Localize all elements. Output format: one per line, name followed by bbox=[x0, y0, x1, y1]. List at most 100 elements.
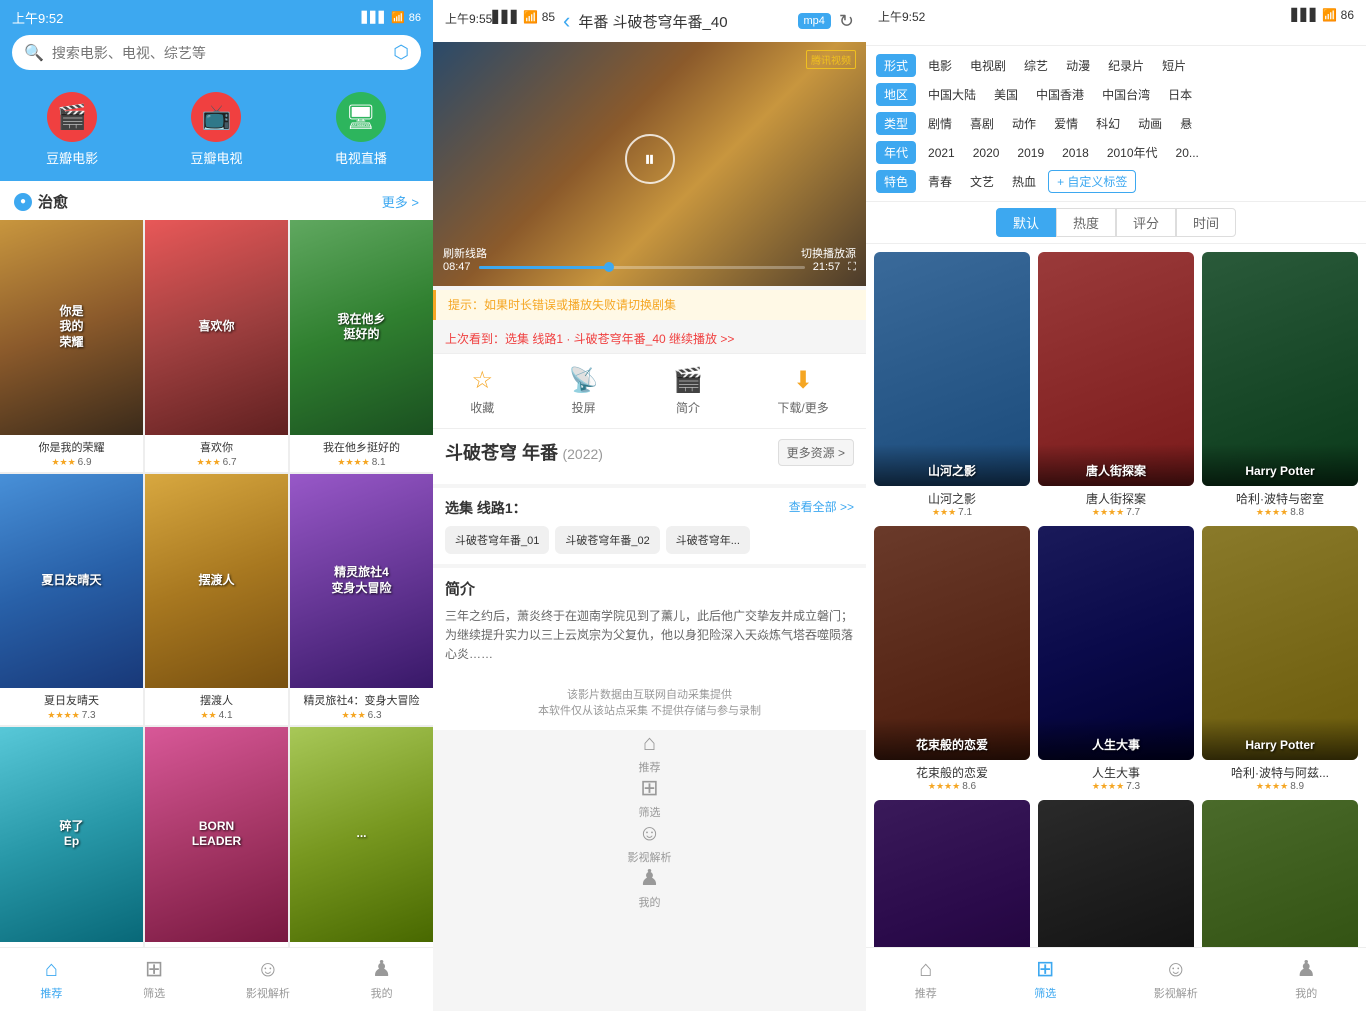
movie-poster: Harry Potter bbox=[1202, 252, 1358, 486]
progress-bar[interactable] bbox=[479, 266, 805, 269]
fullscreen-button[interactable]: ⛶ bbox=[848, 261, 856, 274]
view-all-button[interactable]: 查看全部 >> bbox=[789, 498, 854, 518]
total-time: 21:57 bbox=[813, 261, 841, 273]
filter-tag[interactable]: 综艺 bbox=[1018, 55, 1054, 76]
sort-rating[interactable]: 评分 bbox=[1116, 208, 1176, 237]
custom-tag-button[interactable]: + 自定义标签 bbox=[1048, 170, 1136, 193]
filter-tag[interactable]: 2019 bbox=[1011, 144, 1050, 162]
episode-tag[interactable]: 斗破苍穹年番_02 bbox=[555, 526, 659, 554]
battery-icon: 86 bbox=[409, 12, 421, 24]
list-item[interactable]: ... 未知 ★★★ 6.8 bbox=[290, 727, 433, 947]
list-item[interactable]: THE LION KING 狮子王 ★★★★ 8.2 bbox=[874, 800, 1030, 947]
nav-analysis[interactable]: ☺ 影视解析 bbox=[246, 956, 290, 1001]
analysis-icon: ☺ bbox=[638, 820, 660, 846]
list-item[interactable]: Harry Potter 哈利·波特与密室 ★★★★ 8.8 bbox=[1202, 252, 1358, 518]
cast-button[interactable]: 📡 投屏 bbox=[569, 366, 599, 416]
search-input[interactable] bbox=[52, 45, 385, 61]
filter-tag[interactable]: 青春 bbox=[922, 171, 958, 192]
drama-info: 斗破苍穹 年番 (2022) 更多资源 > bbox=[433, 429, 866, 484]
share-icon[interactable]: ⬡ bbox=[393, 42, 409, 63]
filter-tag[interactable]: 2010年代 bbox=[1101, 142, 1164, 163]
right-nav-filter[interactable]: ⊞ 筛选 bbox=[1034, 956, 1056, 1001]
filter-tag[interactable]: 日本 bbox=[1162, 84, 1198, 105]
filter-tag[interactable]: 中国香港 bbox=[1030, 84, 1090, 105]
nav-douban-tv[interactable]: 📺 豆瓣电视 bbox=[190, 92, 242, 167]
filter-tag[interactable]: 电视剧 bbox=[964, 55, 1012, 76]
filter-tag[interactable]: 剧情 bbox=[922, 113, 958, 134]
filter-tag[interactable]: 20... bbox=[1170, 144, 1205, 162]
list-item[interactable]: 人生大事 人生大事 ★★★★ 7.3 bbox=[1038, 526, 1194, 792]
list-item[interactable]: BORNLEADER Boss宝贝 ★★★★ 7.2 bbox=[145, 727, 288, 947]
list-item[interactable]: 精灵旅社4变身大冒险 精灵旅社4：变身大冒险 ★★★ 6.3 bbox=[290, 474, 433, 726]
filter-tag[interactable]: 2021 bbox=[922, 144, 961, 162]
list-item[interactable]: 我在他乡挺好的 我在他乡挺好的 ★★★★ 8.1 bbox=[290, 220, 433, 472]
filter-tag[interactable]: 爱情 bbox=[1048, 113, 1084, 134]
filter-tag[interactable]: 喜剧 bbox=[964, 113, 1000, 134]
video-controls: 08:47 21:57 ⛶ bbox=[443, 261, 856, 274]
filter-tag[interactable]: 中国台湾 bbox=[1096, 84, 1156, 105]
filter-category-form: 形式 bbox=[876, 54, 916, 77]
nav-mine[interactable]: ♟ 我的 bbox=[371, 956, 393, 1001]
right-nav-analysis[interactable]: ☺ 影视解析 bbox=[1154, 956, 1198, 1001]
filter-tag[interactable]: 美国 bbox=[988, 84, 1024, 105]
filter-tag[interactable]: 动作 bbox=[1006, 113, 1042, 134]
refresh-button[interactable]: ↻ bbox=[839, 11, 854, 32]
right-nav-home[interactable]: ⌂ 推荐 bbox=[915, 956, 937, 1001]
mid-nav-analysis[interactable]: ☺ 影视解析 bbox=[433, 820, 866, 865]
list-item[interactable]: 你是我的荣耀 你是我的荣耀 ★★★ 6.9 bbox=[0, 220, 143, 472]
video-player[interactable]: 腾讯视频 ⏸ 刷新线路 切换播放源 08:47 21:57 ⛶ bbox=[433, 42, 866, 286]
tip-text: 提示：如果时长错误或播放失败请切换剧集 bbox=[448, 298, 676, 312]
nav-live-tv[interactable]: 🖥 电视直播 bbox=[335, 92, 387, 167]
movie-rating: ★★★ 6.3 bbox=[296, 710, 427, 721]
sort-hot[interactable]: 热度 bbox=[1056, 208, 1116, 237]
nav-home[interactable]: ⌂ 推荐 bbox=[40, 956, 62, 1001]
mid-nav-mine[interactable]: ♟ 我的 bbox=[433, 865, 866, 910]
video-center[interactable]: ⏸ bbox=[433, 134, 866, 184]
filter-tag[interactable]: 中国大陆 bbox=[922, 84, 982, 105]
list-item[interactable]: 摆渡人 摆渡人 ★★ 4.1 bbox=[145, 474, 288, 726]
list-item[interactable]: 喜欢你 喜欢你 ★★★ 6.7 bbox=[145, 220, 288, 472]
mine-icon: ♟ bbox=[372, 956, 392, 982]
nav-douban-movie[interactable]: 🎬 豆瓣电影 bbox=[46, 92, 98, 167]
episode-tag[interactable]: 斗破苍穹年... bbox=[666, 526, 750, 554]
last-watch[interactable]: 上次看到：选集 线路1 · 斗破苍穹年番_40 继续播放 >> bbox=[433, 324, 866, 353]
filter-tag[interactable]: 纪录片 bbox=[1102, 55, 1150, 76]
sort-time[interactable]: 时间 bbox=[1176, 208, 1236, 237]
list-item[interactable]: 唐人街探案 唐人街探案 ★★★★ 7.7 bbox=[1038, 252, 1194, 518]
right-nav-mine[interactable]: ♟ 我的 bbox=[1295, 956, 1317, 1001]
back-button[interactable]: ‹ bbox=[563, 8, 570, 34]
intro-button[interactable]: 🎬 简介 bbox=[673, 366, 703, 416]
filter-tag[interactable]: 悬 bbox=[1174, 113, 1198, 134]
movie-info: 夏日友晴天 ★★★★ 7.3 bbox=[0, 688, 143, 725]
episode-tag[interactable]: 斗破苍穹年番_01 bbox=[445, 526, 549, 554]
more-source-button[interactable]: 更多资源 > bbox=[778, 439, 854, 466]
filter-tag[interactable]: 动漫 bbox=[1060, 55, 1096, 76]
filter-tag[interactable]: 短片 bbox=[1156, 55, 1192, 76]
list-item[interactable]: 碎了Ep 碎了 ★★★★ 7.5 bbox=[0, 727, 143, 947]
list-item[interactable]: Harry Potter 哈利·波特与阿兹... ★★★★ 8.9 bbox=[1202, 526, 1358, 792]
filter-tag[interactable]: 热血 bbox=[1006, 171, 1042, 192]
list-item[interactable]: 花束般的恋爱 花束般的恋爱 ★★★★ 8.6 bbox=[874, 526, 1030, 792]
list-item[interactable]: 夏日友晴天 夏日友晴天 ★★★★ 7.3 bbox=[0, 474, 143, 726]
mid-nav-filter[interactable]: ⊞ 筛选 bbox=[433, 775, 866, 820]
section-more[interactable]: 更多 > bbox=[382, 192, 419, 211]
sort-default[interactable]: 默认 bbox=[996, 208, 1056, 237]
nav-filter[interactable]: ⊞ 筛选 bbox=[143, 956, 165, 1001]
list-item[interactable]: 山河之影 山河之影 ★★★ 7.1 bbox=[874, 252, 1030, 518]
left-panel: 上午9:52 ▋▋▋ 📶 86 🔍 ⬡ 🎬 豆瓣电影 📺 豆瓣电视 🖥 电视直播 bbox=[0, 0, 433, 1011]
list-item[interactable]: ... 未知影片 ★★★★ 7.5 bbox=[1038, 800, 1194, 947]
filter-tag[interactable]: 2018 bbox=[1056, 144, 1095, 162]
progress-dot bbox=[604, 262, 614, 272]
search-bar[interactable]: 🔍 ⬡ bbox=[12, 35, 421, 70]
cast-icon: 📡 bbox=[569, 366, 599, 395]
filter-tag[interactable]: 2020 bbox=[967, 144, 1006, 162]
filter-tag[interactable]: 动画 bbox=[1132, 113, 1168, 134]
mid-nav-home[interactable]: ⌂ 推荐 bbox=[433, 730, 866, 775]
favorite-button[interactable]: ☆ 收藏 bbox=[470, 366, 494, 416]
filter-tag[interactable]: 文艺 bbox=[964, 171, 1000, 192]
filter-tag[interactable]: 电影 bbox=[922, 55, 958, 76]
list-item[interactable]: Harry Potter 哈利·波特 ★★★★ 8.5 bbox=[1202, 800, 1358, 947]
filter-tag[interactable]: 科幻 bbox=[1090, 113, 1126, 134]
play-pause-button[interactable]: ⏸ bbox=[625, 134, 675, 184]
download-button[interactable]: ⬇ 下载/更多 bbox=[777, 366, 828, 416]
